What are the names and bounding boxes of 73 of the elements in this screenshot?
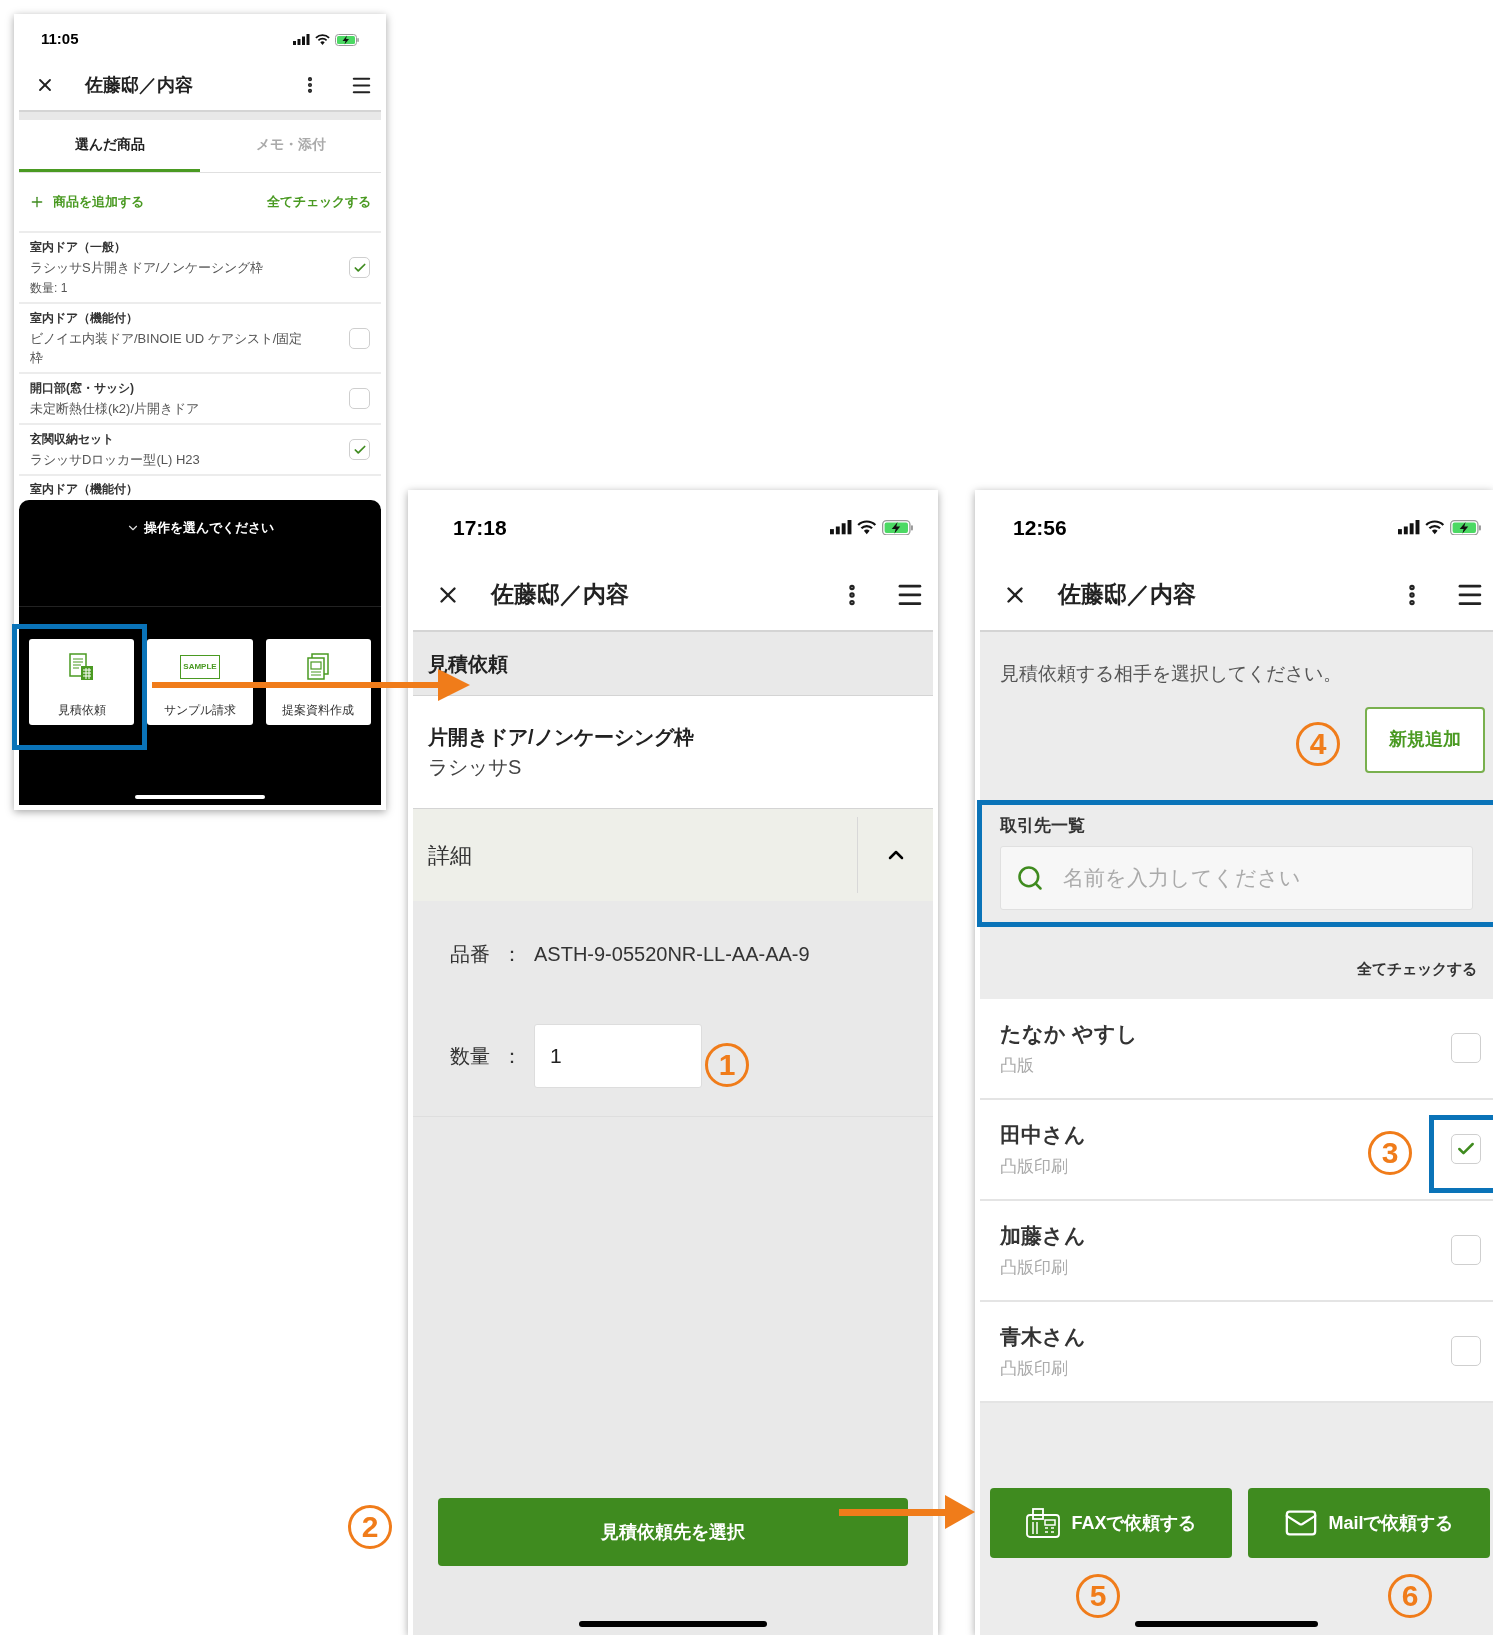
wifi-icon: [1425, 520, 1445, 535]
fax-icon: [1025, 1507, 1062, 1539]
quantity-label: 数量: [450, 1044, 490, 1069]
request-button[interactable]: FAXで依頼する: [990, 1488, 1232, 1558]
product-series: ラシッサS: [428, 755, 523, 780]
select-supplier-button[interactable]: 見積依頼先を選択: [438, 1498, 908, 1566]
screen-title: 佐藤邸／内容: [1056, 580, 1197, 610]
check-all-link[interactable]: 全てチェックする: [1357, 958, 1477, 981]
wifi-icon: [315, 34, 330, 45]
contact-row[interactable]: たなか やすし 凸版: [980, 998, 1493, 1100]
separator: ：: [502, 941, 522, 967]
plus-icon[interactable]: [29, 194, 45, 210]
step-number: 1: [705, 1043, 749, 1087]
checkbox[interactable]: [349, 327, 370, 349]
list-label: 取引先一覧: [1000, 815, 1085, 835]
battery-charging-icon: [881, 519, 913, 536]
section-title: 見積依頼: [428, 651, 508, 677]
signal-icon: [830, 520, 853, 535]
item-category: 玄関収納セット: [30, 431, 115, 448]
checkbox[interactable]: [1451, 1134, 1481, 1164]
documents-icon: [306, 652, 331, 681]
add-item-link[interactable]: 商品を追加する: [53, 192, 144, 212]
contact-row[interactable]: 加藤さん 凸版印刷: [980, 1200, 1493, 1302]
step-number: 6: [1388, 1574, 1432, 1618]
item-category: 室内ドア（一般）: [30, 239, 127, 256]
status-time: 11:05: [41, 29, 79, 50]
action-tile[interactable]: 提案資料作成: [265, 638, 371, 725]
sample-sheet-icon: SAMPLE: [180, 654, 220, 679]
checkbox[interactable]: [1451, 1033, 1481, 1063]
item-quantity: 数量: 1: [30, 280, 69, 297]
step-number: 5: [1076, 1574, 1120, 1618]
checkbox[interactable]: [349, 388, 370, 409]
checkbox[interactable]: [349, 439, 370, 460]
signal-icon: [1398, 520, 1421, 535]
product-name: 片開きドア/ノンケーシング枠: [428, 725, 695, 750]
step-number: 2: [348, 1505, 392, 1549]
screen-title: 佐藤邸／内容: [83, 73, 194, 97]
item-name: 未定断熱仕様(k2)/片開きドア: [30, 400, 200, 418]
check-all-link[interactable]: 全てチェックする: [267, 192, 371, 212]
item-name: ビノイエ内装ドア/BINOIE UD ケアシスト/固定枠: [30, 330, 304, 367]
checkbox[interactable]: [1451, 1235, 1481, 1265]
battery-charging-icon: [335, 33, 359, 46]
signal-icon: [293, 34, 310, 45]
checkbox[interactable]: [1451, 1336, 1481, 1366]
part-number-label: 品番: [450, 941, 490, 967]
document-calculator-icon: [68, 652, 95, 681]
quantity-field[interactable]: 1: [534, 1024, 702, 1088]
action-tile[interactable]: SAMPLE サンプル請求: [147, 638, 253, 725]
step-number: 4: [1296, 722, 1340, 766]
item-category: 室内ドア（機能付）: [30, 310, 139, 327]
status-time: 12:56: [1013, 514, 1067, 541]
add-new-button[interactable]: 新規追加: [1365, 706, 1485, 773]
checkbox[interactable]: [349, 257, 370, 278]
item-name: ラシッサDロッカー型(L) H23: [30, 451, 201, 469]
screen-title: 佐藤邸／内容: [489, 580, 630, 610]
item-category: 室内ドア（機能付）: [30, 481, 139, 497]
part-number: ASTH-9-05520NR-LL-AA-AA-9: [534, 941, 810, 967]
item-name: ラシッサS片開きドア/ノンケーシング枠: [30, 259, 265, 277]
item-category: 開口部(窓・サッシ): [30, 380, 135, 397]
battery-charging-icon: [1449, 519, 1481, 536]
action-tile[interactable]: 見積依頼: [29, 638, 135, 725]
wifi-icon: [857, 520, 877, 535]
instruction-text: 見積依頼する相手を選択してください。: [999, 662, 1343, 686]
status-time: 17:18: [453, 514, 507, 541]
details-header[interactable]: 詳細: [413, 809, 933, 901]
step-number: 3: [1368, 1131, 1412, 1175]
request-button[interactable]: Mailで依頼する: [1248, 1488, 1490, 1558]
sheet-title: 操作を選んでください: [144, 519, 274, 537]
contact-row[interactable]: 青木さん 凸版印刷: [980, 1301, 1493, 1403]
tab[interactable]: 選んだ商品: [19, 120, 200, 172]
separator: ：: [502, 1044, 522, 1069]
search-icon: [1016, 864, 1044, 892]
search-field[interactable]: 名前を入力してください: [1000, 846, 1473, 910]
